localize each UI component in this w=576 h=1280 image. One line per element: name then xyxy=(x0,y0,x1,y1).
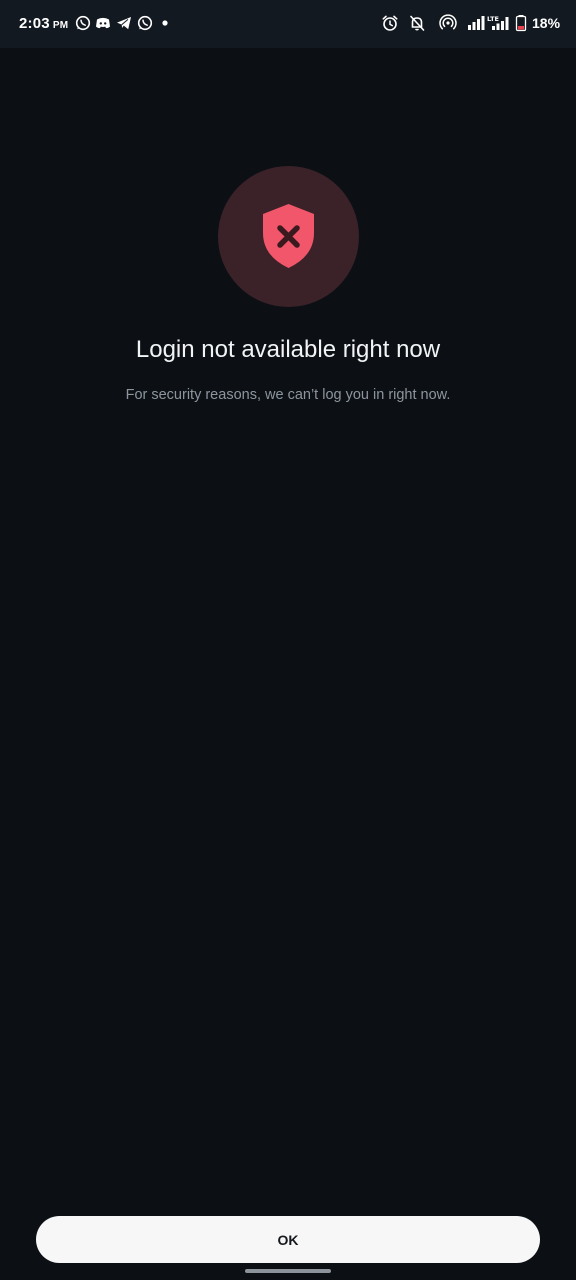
telegram-icon xyxy=(115,14,133,32)
notification-dot-icon xyxy=(156,14,174,32)
status-time-value: 2:03 xyxy=(19,15,50,32)
discord-icon xyxy=(94,14,112,32)
shield-x-icon xyxy=(263,204,314,268)
alarm-icon xyxy=(381,14,399,32)
ok-button[interactable]: OK xyxy=(36,1216,540,1263)
battery-icon xyxy=(515,14,527,32)
home-indicator[interactable] xyxy=(245,1269,331,1273)
svg-text:LTE: LTE xyxy=(487,15,499,23)
lte-signal-icon: LTE xyxy=(487,14,511,32)
status-time: 2:03 PM xyxy=(19,15,68,32)
error-message: For security reasons, we can’t log you i… xyxy=(125,387,451,403)
whatsapp-icon xyxy=(74,14,92,32)
bell-off-icon xyxy=(408,14,426,32)
hotspot-icon xyxy=(439,14,457,32)
signal-icon xyxy=(467,14,485,32)
status-bar: 2:03 PM LTE 18% xyxy=(0,0,576,48)
whatsapp-business-icon xyxy=(136,14,154,32)
status-ampm: PM xyxy=(52,20,69,31)
battery-percent: 18% xyxy=(532,15,561,31)
page-title: Login not available right now xyxy=(135,336,441,363)
shield-error-badge xyxy=(218,166,359,307)
